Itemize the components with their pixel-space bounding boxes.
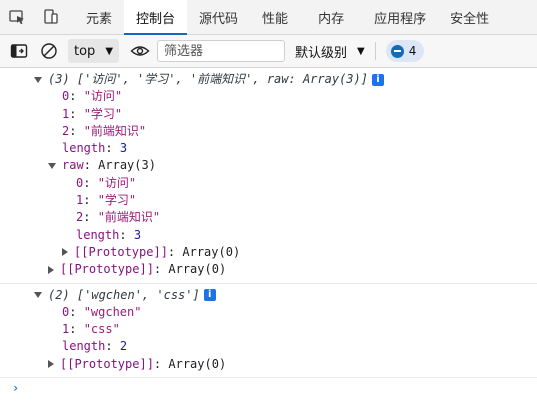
prototype-row[interactable]: [[Prototype]]: Array(0) bbox=[0, 261, 537, 278]
info-icon[interactable]: i bbox=[371, 73, 384, 86]
tab-label: 应用程序 bbox=[374, 11, 427, 27]
tab-label: 元素 bbox=[86, 11, 113, 27]
devtools-tab-bar: 元素 控制台 源代码 性能 内存 应用程序 安全性 bbox=[0, 0, 537, 35]
info-icon[interactable]: i bbox=[203, 289, 216, 302]
console-toolbar: top ▼ 默认级别 ▼ 4 bbox=[0, 35, 537, 68]
property-key: length bbox=[62, 339, 106, 354]
property-value: Array(0) bbox=[168, 356, 227, 371]
property-row: 1: "css" bbox=[62, 322, 120, 337]
prototype-row[interactable]: [[Prototype]]: Array(0) bbox=[0, 356, 537, 373]
property-key: raw bbox=[62, 158, 84, 173]
expand-arrow-down-icon[interactable] bbox=[34, 292, 42, 299]
tab-performance[interactable]: 性能 bbox=[250, 0, 300, 34]
tab-label: 安全性 bbox=[450, 11, 490, 27]
property-value: Array(3) bbox=[98, 158, 156, 173]
console-output[interactable]: (3) ['访问', '学习', '前端知识', raw: Array(3)] i… bbox=[0, 68, 537, 410]
tab-elements[interactable]: 元素 bbox=[74, 0, 124, 34]
clear-console-icon[interactable] bbox=[34, 35, 64, 67]
tab-label: 控制台 bbox=[136, 11, 176, 27]
log-levels-dropdown[interactable]: 默认级别 ▼ bbox=[295, 42, 365, 61]
property-value: 3 bbox=[119, 141, 128, 156]
array-preview: (3) ['访问', '学习', '前端知识', raw: Array(3)] bbox=[48, 72, 368, 86]
object-summary-row[interactable]: (2) ['wgchen', 'css'] i bbox=[0, 287, 537, 304]
property-key: 2 bbox=[76, 210, 84, 225]
property-row: length: 2 bbox=[62, 339, 128, 354]
console-prompt[interactable]: › bbox=[0, 378, 537, 398]
property-key: 0 bbox=[76, 175, 84, 190]
property-key: length bbox=[62, 141, 106, 156]
property-row: 0: "访问" bbox=[62, 89, 123, 104]
property-row: 2: "前端知识" bbox=[62, 123, 147, 138]
console-message: (3) ['访问', '学习', '前端知识', raw: Array(3)] i… bbox=[0, 68, 537, 284]
tab-label: 内存 bbox=[318, 11, 345, 27]
property-value: "前端知识" bbox=[97, 210, 161, 225]
toolbar-divider bbox=[374, 42, 376, 60]
property-key: 1 bbox=[62, 106, 70, 121]
property-value: Array(0) bbox=[182, 244, 241, 259]
property-value: "学习" bbox=[97, 193, 137, 208]
property-row: 1: "学习" bbox=[76, 193, 137, 208]
expand-arrow-right-icon[interactable] bbox=[48, 360, 54, 369]
device-toolbar-icon[interactable] bbox=[34, 0, 68, 34]
property-row: 0: "wgchen" bbox=[62, 304, 142, 319]
expand-arrow-right-icon[interactable] bbox=[62, 248, 68, 257]
property-value: 2 bbox=[119, 339, 128, 354]
caret-down-icon: ▼ bbox=[357, 45, 365, 57]
console-message: (2) ['wgchen', 'css'] i 0: "wgchen" 1: "c… bbox=[0, 284, 537, 379]
property-value: "访问" bbox=[97, 175, 137, 190]
issues-counter-button[interactable]: 4 bbox=[385, 40, 425, 62]
message-bubble-icon bbox=[390, 44, 404, 58]
property-key: 0 bbox=[62, 304, 70, 319]
expand-arrow-right-icon[interactable] bbox=[48, 265, 54, 274]
property-value: "前端知识" bbox=[83, 123, 147, 138]
raw-property-row[interactable]: raw: Array(3) bbox=[0, 157, 537, 174]
tab-memory[interactable]: 内存 bbox=[300, 0, 362, 34]
property-row: length: 3 bbox=[76, 227, 142, 242]
tab-label: 性能 bbox=[262, 11, 289, 27]
property-value: "学习" bbox=[83, 106, 123, 121]
property-value: "访问" bbox=[83, 89, 123, 104]
expand-arrow-down-icon[interactable] bbox=[48, 162, 56, 169]
array-preview: (2) ['wgchen', 'css'] bbox=[48, 287, 200, 302]
prompt-chevron-icon: › bbox=[12, 381, 20, 396]
property-key: 0 bbox=[62, 89, 70, 104]
tab-application[interactable]: 应用程序 bbox=[362, 0, 438, 34]
property-row: length: 3 bbox=[62, 141, 128, 156]
property-value: Array(0) bbox=[168, 262, 227, 277]
caret-down-icon: ▼ bbox=[105, 45, 114, 57]
property-key: [[Prototype]] bbox=[74, 244, 168, 259]
filter-input[interactable] bbox=[157, 40, 286, 62]
tab-security[interactable]: 安全性 bbox=[438, 0, 501, 34]
property-value: "css" bbox=[83, 322, 120, 337]
property-key: 2 bbox=[62, 123, 70, 138]
expand-arrow-down-icon[interactable] bbox=[34, 76, 42, 83]
property-key: [[Prototype]] bbox=[60, 262, 154, 277]
object-summary-row[interactable]: (3) ['访问', '学习', '前端知识', raw: Array(3)] i bbox=[0, 71, 537, 88]
property-row: 2: "前端知识" bbox=[76, 210, 161, 225]
tab-label: 源代码 bbox=[199, 11, 239, 27]
prototype-row[interactable]: [[Prototype]]: Array(0) bbox=[0, 244, 537, 261]
property-row: 0: "访问" bbox=[76, 175, 137, 190]
property-value: 3 bbox=[133, 227, 142, 242]
property-key: 1 bbox=[76, 193, 84, 208]
tab-sources[interactable]: 源代码 bbox=[187, 0, 250, 34]
levels-label: 默认级别 bbox=[295, 45, 348, 61]
property-key: [[Prototype]] bbox=[60, 356, 154, 371]
context-selector[interactable]: top ▼ bbox=[68, 39, 120, 63]
live-expression-eye-icon[interactable] bbox=[125, 35, 155, 67]
inspect-element-icon[interactable] bbox=[0, 0, 34, 34]
property-key: 1 bbox=[62, 322, 70, 337]
property-row: 1: "学习" bbox=[62, 106, 123, 121]
property-value: "wgchen" bbox=[83, 304, 142, 319]
property-key: length bbox=[76, 227, 120, 242]
sidebar-toggle-icon[interactable] bbox=[4, 35, 34, 67]
issues-count: 4 bbox=[408, 44, 417, 58]
context-value: top bbox=[74, 43, 96, 59]
tab-console[interactable]: 控制台 bbox=[124, 0, 188, 35]
